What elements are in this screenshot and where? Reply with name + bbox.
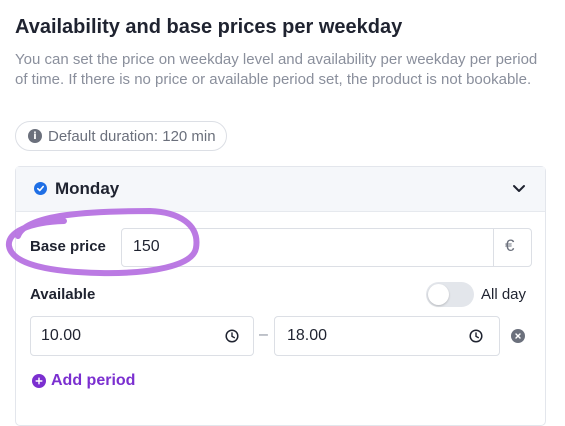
remove-period-icon[interactable] <box>511 329 525 343</box>
chevron-down-icon[interactable] <box>512 183 526 195</box>
period-separator: – <box>259 326 268 343</box>
available-label: Available <box>30 286 96 303</box>
check-circle-icon[interactable] <box>34 182 47 195</box>
currency-symbol: € <box>505 236 515 255</box>
clock-icon[interactable] <box>469 329 483 343</box>
info-icon: i <box>28 129 42 143</box>
default-duration-pill: i Default duration: 120 min <box>15 121 227 151</box>
period-from-value[interactable]: 10.00 <box>41 327 81 345</box>
clock-icon[interactable] <box>225 329 239 343</box>
section-title: Availability and base prices per weekday <box>15 16 403 38</box>
plus-circle-icon <box>32 374 46 388</box>
base-price-label: Base price <box>30 238 106 255</box>
add-period-label: Add period <box>51 372 136 389</box>
section-description: You can set the price on weekday level a… <box>15 51 538 88</box>
default-duration-label: Default duration: 120 min <box>48 127 216 145</box>
base-price-input[interactable] <box>121 228 532 267</box>
all-day-toggle-knob[interactable] <box>428 284 449 305</box>
weekday-name: Monday <box>55 179 120 198</box>
add-period-button[interactable]: Add period <box>32 372 135 390</box>
all-day-label: All day <box>481 286 527 303</box>
currency-divider <box>493 229 494 266</box>
period-to-value[interactable]: 18.00 <box>287 327 327 345</box>
base-price-value[interactable]: 150 <box>133 238 160 256</box>
